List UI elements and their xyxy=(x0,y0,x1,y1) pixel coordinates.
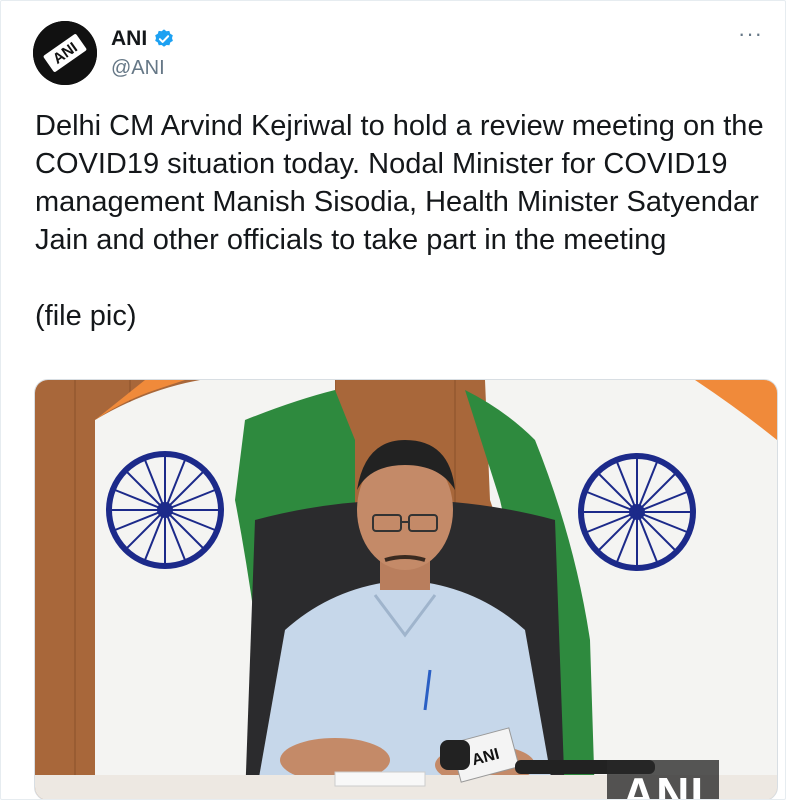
tweet-card[interactable]: ANI ANI @ANI ··· Delhi CM Arvind Kejriwa… xyxy=(0,0,786,800)
avatar[interactable]: ANI xyxy=(33,21,97,85)
more-options-icon[interactable]: ··· xyxy=(738,23,763,45)
press-conference-photo: ANI xyxy=(35,380,777,799)
author-name-row[interactable]: ANI xyxy=(111,27,175,51)
tweet-text: Delhi CM Arvind Kejriwal to hold a revie… xyxy=(35,107,775,335)
tweet-text-body: Delhi CM Arvind Kejriwal to hold a revie… xyxy=(35,110,764,256)
media-watermark: ANI xyxy=(607,760,719,799)
tweet-text-note: (file pic) xyxy=(35,300,137,332)
ani-logo-icon: ANI xyxy=(33,21,97,85)
verified-badge-icon xyxy=(155,29,174,47)
author-handle[interactable]: @ANI xyxy=(111,57,165,80)
display-name[interactable]: ANI xyxy=(111,27,147,51)
tweet-media-photo[interactable]: ANI ANI xyxy=(34,379,778,799)
